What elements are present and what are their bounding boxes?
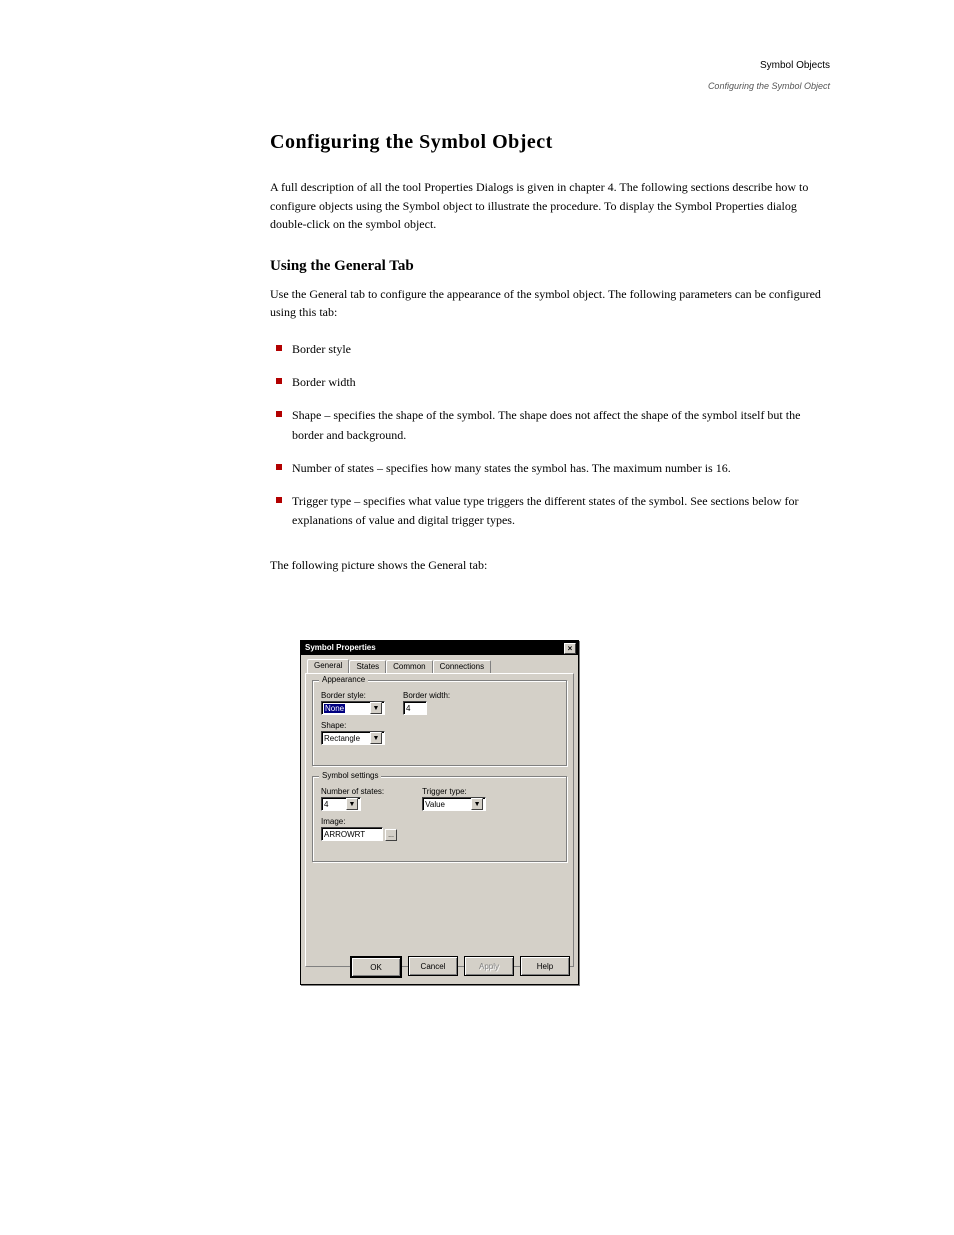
help-button[interactable]: Help <box>520 956 570 976</box>
titlebar[interactable]: Symbol Properties × <box>301 641 578 655</box>
trigger-type-label: Trigger type: <box>422 787 486 796</box>
tab-connections[interactable]: Connections <box>433 660 491 674</box>
image-label: Image: <box>321 817 558 826</box>
border-width-input[interactable]: 4 <box>403 701 427 715</box>
heading-2-general-tab: Using the General Tab <box>270 258 830 275</box>
tab-strip: General States Common Connections <box>307 659 574 673</box>
document-body: Symbol Objects Configuring the Symbol Ob… <box>270 60 830 581</box>
tab-states[interactable]: States <box>349 660 386 674</box>
tab-common[interactable]: Common <box>386 660 432 674</box>
running-head-title: Symbol Objects <box>270 60 830 71</box>
running-head-subtitle: Configuring the Symbol Object <box>270 81 830 91</box>
num-states-combo[interactable]: 4 ▼ <box>321 797 361 811</box>
dialog-button-row: OK Cancel Apply Help <box>350 956 570 978</box>
close-button[interactable]: × <box>564 643 576 654</box>
bullet-list: Border style Border width Shape – specif… <box>270 340 830 530</box>
num-states-value: 4 <box>324 800 328 809</box>
chevron-down-icon[interactable]: ▼ <box>370 702 382 714</box>
page: Symbol Objects Configuring the Symbol Ob… <box>0 0 954 1235</box>
groupbox-symbol-settings: Symbol settings Number of states: 4 ▼ Tr… <box>312 776 567 862</box>
trigger-type-value: Value <box>425 800 445 809</box>
list-item: Border style <box>270 340 830 359</box>
chevron-down-icon[interactable]: ▼ <box>346 798 358 810</box>
apply-button[interactable]: Apply <box>464 956 514 976</box>
list-item: Number of states – specifies how many st… <box>270 459 830 478</box>
list-item: Border width <box>270 373 830 392</box>
image-input[interactable]: ARROWRT <box>321 827 383 841</box>
ok-button[interactable]: OK <box>350 956 402 978</box>
border-style-value: None <box>324 704 345 713</box>
trigger-type-combo[interactable]: Value ▼ <box>422 797 486 811</box>
groupbox-symbol-settings-label: Symbol settings <box>319 771 381 780</box>
image-browse-button[interactable]: ... <box>385 829 397 841</box>
num-states-label: Number of states: <box>321 787 384 796</box>
list-item: Shape – specifies the shape of the symbo… <box>270 406 830 444</box>
border-width-label: Border width: <box>403 691 450 700</box>
general-paragraph: Use the General tab to configure the app… <box>270 285 830 322</box>
heading-1: Configuring the Symbol Object <box>270 131 830 154</box>
border-style-label: Border style: <box>321 691 385 700</box>
border-style-combo[interactable]: None ▼ <box>321 701 385 715</box>
intro-paragraph: A full description of all the tool Prope… <box>270 178 830 234</box>
chevron-down-icon[interactable]: ▼ <box>471 798 483 810</box>
chevron-down-icon[interactable]: ▼ <box>370 732 382 744</box>
groupbox-appearance: Appearance Border style: None ▼ Border w… <box>312 680 567 766</box>
image-value: ARROWRT <box>324 830 365 839</box>
border-width-value: 4 <box>406 704 410 713</box>
cancel-button[interactable]: Cancel <box>408 956 458 976</box>
figure-caption: The following picture shows the General … <box>270 558 830 573</box>
shape-label: Shape: <box>321 721 385 730</box>
tab-panel-general: Appearance Border style: None ▼ Border w… <box>305 673 574 967</box>
symbol-properties-dialog: Symbol Properties × General States Commo… <box>300 640 579 985</box>
shape-value: Rectangle <box>324 734 360 743</box>
list-item: Trigger type – specifies what value type… <box>270 492 830 530</box>
shape-combo[interactable]: Rectangle ▼ <box>321 731 385 745</box>
groupbox-appearance-label: Appearance <box>319 675 368 684</box>
tab-general[interactable]: General <box>307 659 349 673</box>
dialog-title: Symbol Properties <box>305 641 376 655</box>
